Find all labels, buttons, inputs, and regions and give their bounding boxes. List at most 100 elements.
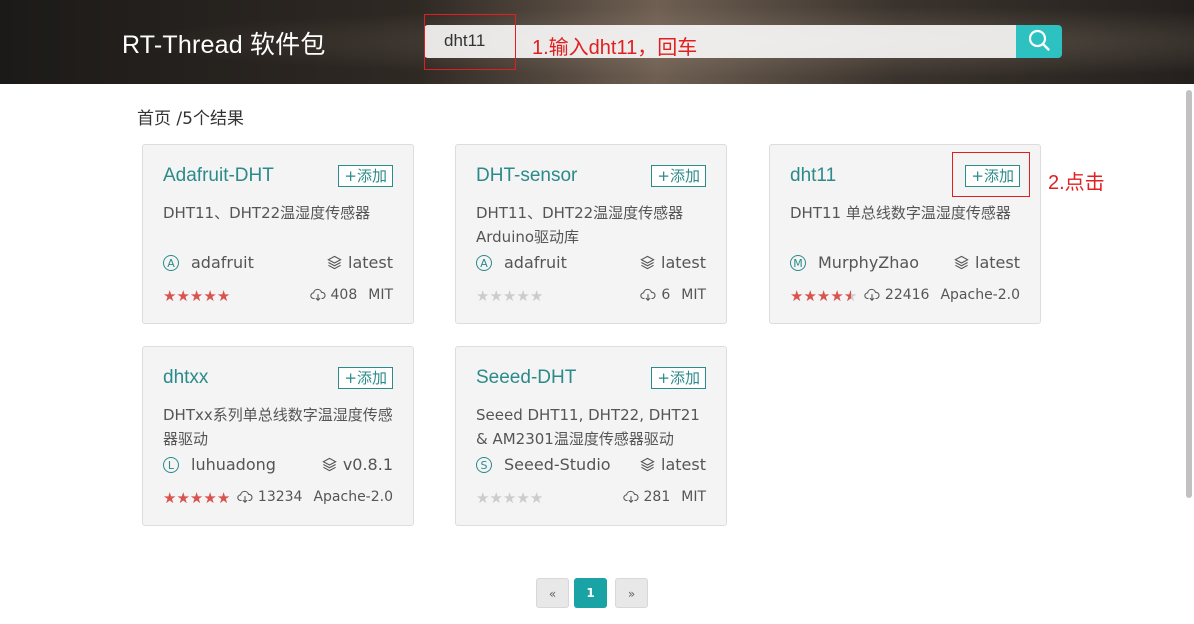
package-meta: S Seeed-Studio latest bbox=[476, 455, 706, 477]
star-icon: ★ bbox=[502, 287, 517, 305]
package-meta: Lluhuadong v0.8.1 bbox=[163, 455, 393, 477]
package-meta: Aadafruit latest bbox=[476, 253, 706, 275]
author-name: adafruit bbox=[504, 253, 567, 272]
package-name[interactable]: dht11 bbox=[790, 165, 836, 187]
package-card: DHT-sensor +添加 DHT11、DHT22温湿度传感器Arduino驱动库… bbox=[455, 144, 727, 324]
star-icon: ★ bbox=[830, 287, 844, 305]
package-author[interactable]: Aadafruit bbox=[163, 253, 254, 272]
author-avatar-icon: A bbox=[163, 254, 179, 271]
package-stats: ★★★★★★ 22416 Apache-2.0 bbox=[790, 287, 1020, 307]
star-rating: ★★★★★★ bbox=[790, 287, 857, 305]
star-rating: ★★★★★ bbox=[476, 287, 543, 305]
annotation-box-add bbox=[952, 152, 1030, 197]
download-info: 408 MIT bbox=[309, 287, 393, 303]
author-name: Seeed-Studio bbox=[504, 455, 611, 474]
layers-icon bbox=[640, 457, 655, 472]
package-card: Adafruit-DHT +添加 DHT11、DHT22温湿度传感器 Aadafrui… bbox=[142, 144, 414, 324]
star-icon: ★ bbox=[203, 489, 217, 507]
star-icon: ★ bbox=[163, 287, 177, 305]
download-count: 281 bbox=[643, 489, 671, 505]
layers-icon bbox=[327, 255, 342, 270]
version-label: v0.8.1 bbox=[342, 455, 393, 474]
package-description: DHT11 单总线数字温湿度传感器 bbox=[790, 204, 1011, 222]
star-icon: ★ bbox=[476, 489, 490, 507]
package-meta: Aadafruit latest bbox=[163, 253, 393, 275]
layers-icon bbox=[640, 255, 655, 270]
star-icon: ★ bbox=[502, 489, 517, 507]
star-rating: ★★★★★ bbox=[476, 489, 543, 507]
star-icon: ★ bbox=[516, 489, 530, 507]
star-icon: ★ bbox=[216, 489, 231, 507]
star-icon: ★ bbox=[489, 287, 503, 305]
package-name[interactable]: Adafruit-DHT bbox=[163, 165, 274, 187]
version-label: latest bbox=[975, 253, 1020, 272]
version-label: latest bbox=[661, 455, 706, 474]
download-cloud-icon bbox=[864, 288, 880, 302]
star-icon: ★ bbox=[189, 287, 204, 305]
package-author[interactable]: Lluhuadong bbox=[163, 455, 276, 474]
package-author[interactable]: S Seeed-Studio bbox=[476, 455, 611, 474]
download-cloud-icon bbox=[237, 490, 253, 504]
add-package-button[interactable]: +添加 bbox=[651, 165, 706, 187]
package-stats: ★★★★★ 408 MIT bbox=[163, 287, 393, 307]
search-button[interactable] bbox=[1016, 25, 1062, 58]
star-icon: ★ bbox=[529, 287, 544, 305]
star-icon: ★ bbox=[176, 489, 190, 507]
package-name[interactable]: Seeed-DHT bbox=[476, 367, 576, 389]
star-icon: ★ bbox=[216, 287, 231, 305]
author-name: adafruit bbox=[191, 253, 254, 272]
download-info: 6 MIT bbox=[640, 287, 706, 303]
license-label: Apache-2.0 bbox=[313, 489, 393, 505]
add-package-button[interactable]: +添加 bbox=[338, 367, 393, 389]
star-icon: ★ bbox=[816, 287, 831, 305]
download-count: 6 bbox=[661, 287, 671, 303]
breadcrumb-home[interactable]: 首页 bbox=[137, 109, 171, 129]
download-count: 13234 bbox=[257, 489, 303, 505]
star-icon: ★ bbox=[790, 287, 804, 305]
star-rating: ★★★★★ bbox=[163, 287, 230, 305]
download-info: 13234 Apache-2.0 bbox=[237, 489, 393, 505]
breadcrumb-separator: / bbox=[171, 109, 183, 129]
scrollbar-thumb[interactable] bbox=[1186, 90, 1192, 498]
package-card: Seeed-DHT +添加 Seeed DHT11, DHT22, DHT21 & … bbox=[455, 346, 727, 526]
package-name[interactable]: dhtxx bbox=[163, 367, 208, 389]
download-cloud-icon bbox=[309, 288, 326, 302]
package-author[interactable]: Aadafruit bbox=[476, 253, 567, 272]
license-label: MIT bbox=[368, 287, 393, 303]
star-icon: ★ bbox=[476, 287, 490, 305]
license-label: Apache-2.0 bbox=[940, 287, 1020, 303]
package-card: dhtxx +添加 DHTxx系列单总线数字温湿度传感器驱动 Lluhuadong v0… bbox=[142, 346, 414, 526]
package-version: latest bbox=[640, 455, 706, 474]
package-name[interactable]: DHT-sensor bbox=[476, 165, 577, 187]
package-author[interactable]: M MurphyZhao bbox=[790, 253, 919, 272]
search-icon bbox=[1027, 28, 1051, 56]
package-meta: M MurphyZhao latest bbox=[790, 253, 1020, 275]
author-avatar-icon: S bbox=[476, 456, 492, 473]
page-scrollbar[interactable] bbox=[1184, 84, 1194, 624]
add-package-button[interactable]: +添加 bbox=[651, 367, 706, 389]
package-description: Seeed DHT11, DHT22, DHT21 & AM2301温湿度传感器… bbox=[476, 406, 700, 448]
pagination-prev-button[interactable]: « bbox=[536, 578, 569, 608]
star-icon: ★ bbox=[189, 489, 204, 507]
site-brand[interactable]: RT-Thread 软件包 bbox=[122, 25, 326, 61]
annotation-step1: 1.输入dht11，回车 bbox=[532, 37, 698, 59]
download-count: 22416 bbox=[884, 287, 930, 303]
package-description: DHTxx系列单总线数字温湿度传感器驱动 bbox=[163, 406, 393, 448]
layers-icon bbox=[954, 255, 969, 270]
pagination-next-button[interactable]: » bbox=[615, 578, 648, 608]
package-stats: ★★★★★ 6 MIT bbox=[476, 287, 706, 307]
version-label: latest bbox=[661, 253, 706, 272]
add-package-button[interactable]: +添加 bbox=[338, 165, 393, 187]
package-stats: ★★★★★ 281 MIT bbox=[476, 489, 706, 509]
package-stats: ★★★★★ 13234 Apache-2.0 bbox=[163, 489, 393, 509]
pagination-page-1[interactable]: 1 bbox=[574, 578, 607, 608]
package-version: latest bbox=[640, 253, 706, 272]
author-avatar-icon: A bbox=[476, 254, 492, 271]
author-avatar-icon: M bbox=[790, 254, 806, 271]
package-version: latest bbox=[327, 253, 393, 272]
star-icon: ★ bbox=[489, 489, 503, 507]
star-rating: ★★★★★ bbox=[163, 489, 230, 507]
star-icon: ★ bbox=[516, 287, 530, 305]
download-count: 408 bbox=[330, 287, 358, 303]
star-icon: ★ bbox=[176, 287, 190, 305]
